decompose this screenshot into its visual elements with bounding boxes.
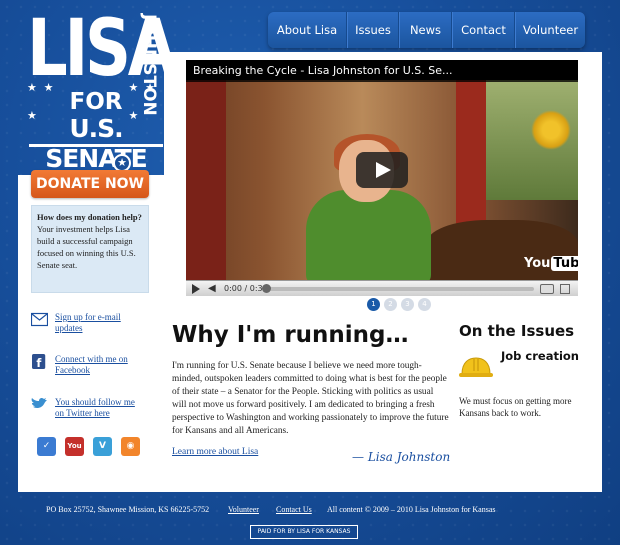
- video-title[interactable]: Breaking the Cycle - Lisa Johnston for U…: [186, 60, 578, 82]
- pager-dot-4[interactable]: 4: [418, 298, 431, 311]
- youtube-icon[interactable]: You: [65, 437, 84, 456]
- youtube-logo-tube: Tube: [551, 256, 578, 271]
- donation-help-box: How does my donation help? Your investme…: [31, 205, 149, 293]
- logo-divider: [29, 144, 163, 147]
- video-player[interactable]: Breaking the Cycle - Lisa Johnston for U…: [186, 60, 578, 296]
- twitter-follow[interactable]: You should follow me on Twitter here: [31, 397, 145, 419]
- envelope-icon: [31, 312, 48, 327]
- email-signup[interactable]: Sign up for e-mail updates: [31, 312, 145, 334]
- donate-button[interactable]: DONATE NOW: [31, 170, 149, 198]
- page-title: Why I'm running…: [172, 322, 409, 348]
- progress-handle[interactable]: [262, 284, 271, 293]
- twitter-link[interactable]: You should follow me on Twitter here: [55, 397, 145, 419]
- footer-copyright: All content © 2009 – 2010 Lisa Johnston …: [327, 505, 496, 514]
- video-pager: 1 2 3 4: [367, 298, 431, 311]
- pager-dot-1[interactable]: 1: [367, 298, 380, 311]
- nav-item-contact[interactable]: Contact: [452, 12, 515, 48]
- social-icon-row: ✓ You V ◉: [37, 437, 140, 456]
- candidate-body: [306, 190, 431, 285]
- vimeo-icon[interactable]: V: [93, 437, 112, 456]
- help-answer: Your investment helps Lisa build a succe…: [37, 224, 136, 270]
- sunflowers: [531, 110, 571, 150]
- control-play-icon[interactable]: [192, 284, 200, 294]
- signature: — Lisa Johnston: [352, 450, 451, 464]
- issues-heading: On the Issues: [459, 322, 575, 340]
- issue-text: We must focus on getting more Kansans ba…: [459, 396, 572, 418]
- table: [426, 220, 578, 280]
- why-running-text: I'm running for U.S. Senate because I be…: [172, 361, 449, 436]
- volume-icon[interactable]: ◀: [208, 282, 216, 296]
- email-signup-link[interactable]: Sign up for e-mail updates: [55, 312, 145, 334]
- curtain-left: [186, 80, 226, 280]
- facebook-icon: f: [32, 354, 46, 369]
- footer-volunteer-link[interactable]: Volunteer: [228, 505, 259, 515]
- footer-contact-link[interactable]: Contact Us: [276, 505, 312, 515]
- hardhat-icon[interactable]: [459, 356, 493, 380]
- nav-item-volunteer[interactable]: Volunteer: [515, 12, 585, 48]
- learn-more-link[interactable]: Learn more about Lisa: [172, 447, 258, 457]
- pager-dot-3[interactable]: 3: [401, 298, 414, 311]
- facebook-connect[interactable]: f Connect with me on Facebook: [31, 354, 145, 376]
- youtube-logo-you: You: [524, 256, 551, 271]
- twitter-icon: [31, 397, 47, 409]
- rss-icon[interactable]: ◉: [121, 437, 140, 456]
- paid-for-badge: PAID FOR BY LISA FOR KANSAS: [250, 525, 358, 539]
- nav-item-news[interactable]: News: [399, 12, 452, 48]
- video-controls: ◀ 0:00 / 0:31: [186, 280, 578, 296]
- logo-for: FOR: [69, 89, 123, 115]
- size-toggle-icon[interactable]: [540, 284, 554, 294]
- campaign-logo[interactable]: LISA JOHNSTON ★ ★ ★ FOR ★ ★ ★ U.S. SENAT…: [27, 10, 177, 173]
- issue-title[interactable]: Job creation: [501, 349, 579, 363]
- fullscreen-icon[interactable]: [560, 284, 570, 294]
- youtube-logo[interactable]: YouTube: [524, 256, 578, 271]
- progress-bar[interactable]: [266, 287, 534, 291]
- help-question: How does my donation help?: [37, 212, 142, 222]
- footer-address: PO Box 25752, Shawnee Mission, KS 66225-…: [46, 505, 210, 514]
- facebook-link[interactable]: Connect with me on Facebook: [55, 354, 145, 376]
- pager-dot-2[interactable]: 2: [384, 298, 397, 311]
- logo-for-row: ★ ★ ★ FOR ★ ★ ★: [27, 82, 165, 122]
- main-nav: About Lisa Issues News Contact Volunteer: [268, 12, 585, 48]
- play-icon[interactable]: [356, 152, 408, 188]
- delicious-icon[interactable]: ✓: [37, 437, 56, 456]
- nav-item-about-lisa[interactable]: About Lisa: [268, 12, 347, 48]
- nav-item-issues[interactable]: Issues: [347, 12, 399, 48]
